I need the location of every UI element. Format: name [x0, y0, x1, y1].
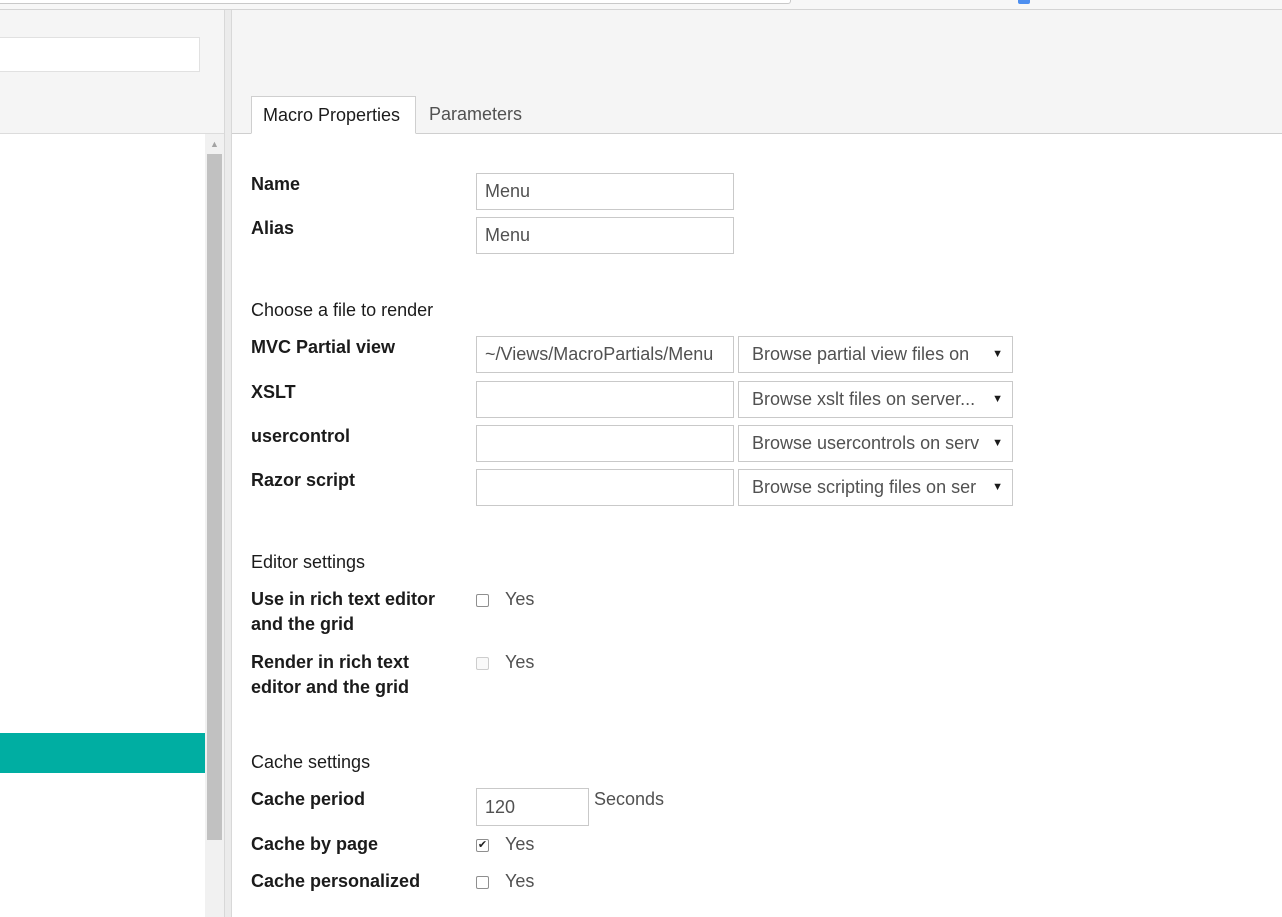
xslt-label: XSLT — [251, 382, 296, 402]
use-rte-checkbox[interactable] — [476, 594, 489, 607]
render-rte-label: Render in rich text editor and the grid — [251, 650, 409, 700]
use-rte-yes-label: Yes — [505, 589, 535, 609]
browser-top-strip — [0, 0, 1282, 10]
usercontrol-label: usercontrol — [251, 426, 351, 446]
cache-period-field[interactable]: 120 — [476, 788, 589, 826]
editor-settings-heading: Editor settings — [251, 552, 366, 572]
panel-splitter[interactable] — [224, 10, 232, 917]
cache-by-page-label: Cache by page — [251, 834, 379, 854]
xslt-browse-text: Browse xslt files on server... — [752, 389, 976, 409]
render-heading: Choose a file to render — [251, 300, 434, 320]
razor-script-browse-select[interactable]: Browse scripting files on ser ▼ — [738, 469, 1013, 506]
tree-item-selected[interactable] — [0, 733, 205, 773]
search-input[interactable] — [0, 37, 200, 72]
tree-scrollbar[interactable]: ▲ — [205, 134, 224, 917]
cache-settings-heading: Cache settings — [251, 752, 371, 772]
cache-by-page-yes-label: Yes — [505, 834, 535, 854]
tree-body — [0, 134, 205, 917]
usercontrol-browse-text: Browse usercontrols on serv — [752, 433, 980, 453]
razor-script-browse-text: Browse scripting files on ser — [752, 477, 977, 497]
xslt-field[interactable] — [476, 381, 734, 418]
extension-icon[interactable] — [1018, 0, 1030, 4]
cache-period-unit: Seconds — [594, 789, 665, 809]
use-rte-label-line1: Use in rich text editor — [251, 589, 436, 609]
alias-label: Alias — [251, 218, 295, 238]
usercontrol-browse-select[interactable]: Browse usercontrols on serv ▼ — [738, 425, 1013, 462]
chevron-down-icon: ▼ — [992, 437, 1003, 449]
tab-parameters[interactable]: Parameters — [418, 96, 538, 134]
address-bar[interactable] — [0, 0, 791, 4]
razor-script-label: Razor script — [251, 470, 356, 490]
name-field[interactable]: Menu — [476, 173, 734, 210]
alias-field[interactable]: Menu — [476, 217, 734, 254]
tab-macro-properties[interactable]: Macro Properties — [251, 96, 416, 134]
render-rte-checkbox[interactable] — [476, 657, 489, 670]
scroll-thumb[interactable] — [207, 154, 222, 840]
tree-header — [0, 10, 224, 134]
cache-personalized-checkbox[interactable] — [476, 876, 489, 889]
mvc-partial-browse-text: Browse partial view files on — [752, 344, 970, 364]
checkmark-icon: ✔ — [477, 839, 488, 851]
tree-panel: ▲ — [0, 10, 224, 917]
render-rte-label-line1: Render in rich text — [251, 652, 410, 672]
render-rte-yes-label: Yes — [505, 652, 535, 672]
render-rte-label-line2: editor and the grid — [251, 677, 410, 697]
cache-period-label: Cache period — [251, 789, 366, 809]
use-rte-label: Use in rich text editor and the grid — [251, 587, 435, 637]
mvc-partial-browse-select[interactable]: Browse partial view files on ▼ — [738, 336, 1013, 373]
mvc-partial-label: MVC Partial view — [251, 337, 396, 357]
usercontrol-field[interactable] — [476, 425, 734, 462]
name-label: Name — [251, 174, 301, 194]
use-rte-label-line2: and the grid — [251, 614, 354, 634]
razor-script-field[interactable] — [476, 469, 734, 506]
mvc-partial-field[interactable]: ~/Views/MacroPartials/Menu — [476, 336, 734, 373]
chevron-down-icon: ▼ — [992, 348, 1003, 360]
cache-by-page-checkbox[interactable]: ✔ — [476, 839, 489, 852]
cache-personalized-yes-label: Yes — [505, 871, 535, 891]
xslt-browse-select[interactable]: Browse xslt files on server... ▼ — [738, 381, 1013, 418]
cache-personalized-label: Cache personalized — [251, 871, 421, 891]
scroll-up-arrow-icon[interactable]: ▲ — [205, 138, 224, 150]
chevron-down-icon: ▼ — [992, 393, 1003, 405]
chevron-down-icon: ▼ — [992, 481, 1003, 493]
